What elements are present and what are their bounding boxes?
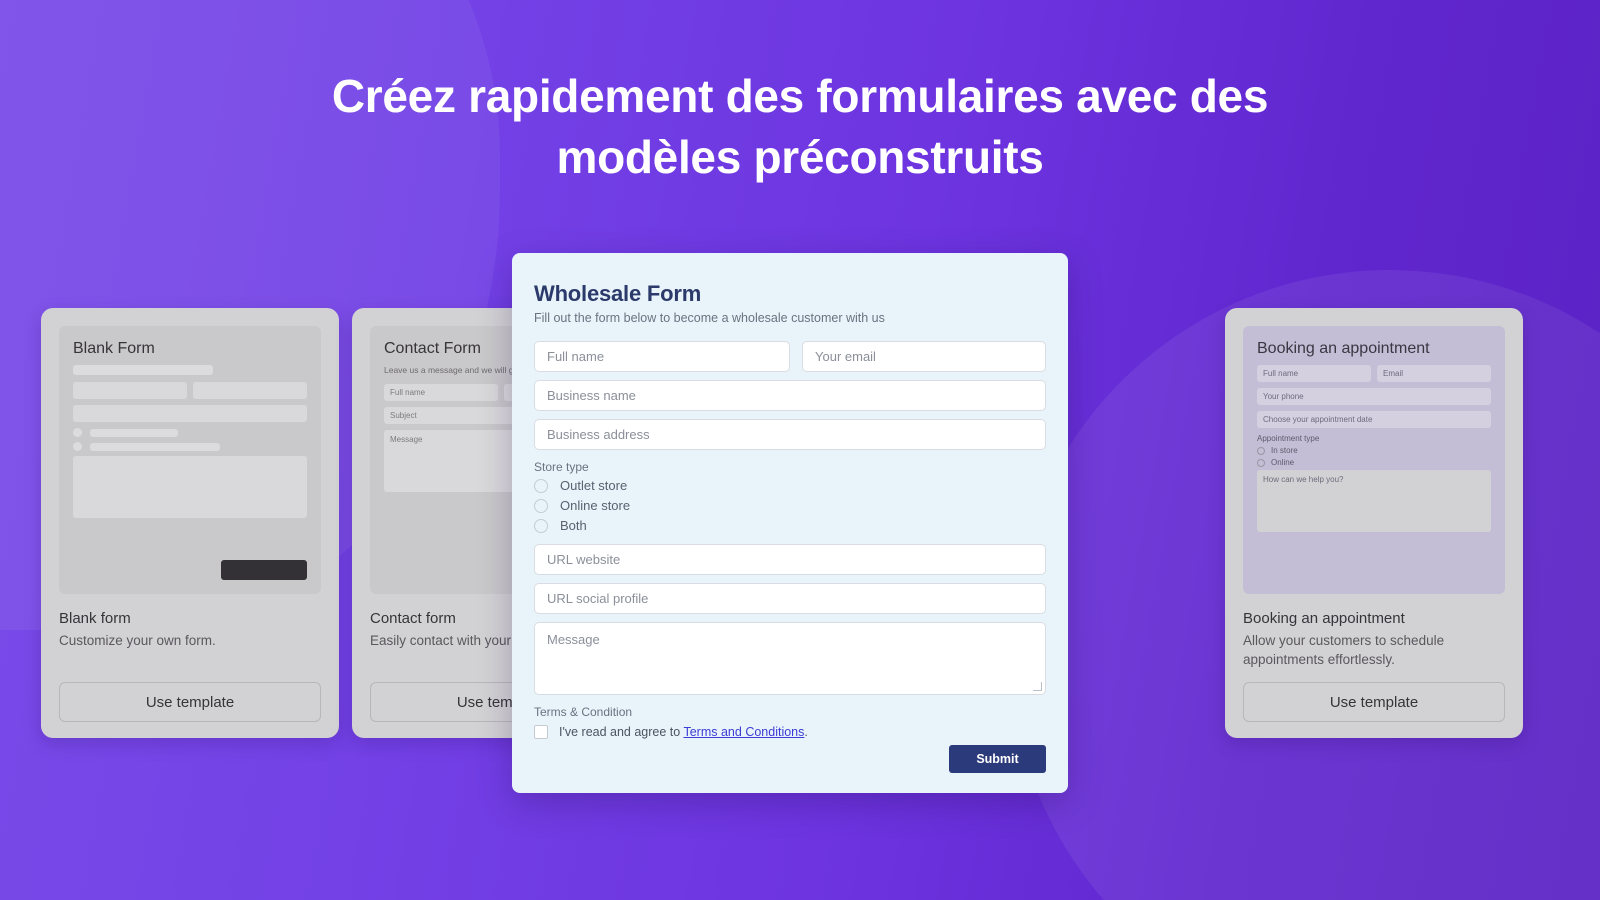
page-title-line2: modèles préconstruits [556, 131, 1044, 183]
preview-placeholder-line [90, 442, 220, 451]
preview-placeholder-row [73, 382, 307, 405]
preview-placeholder-field [73, 405, 307, 422]
email-input[interactable]: Your email [802, 341, 1046, 372]
radio-dot-icon [73, 428, 82, 437]
use-template-button[interactable]: Use template [59, 682, 321, 722]
preview-placeholder-radio [73, 442, 307, 451]
wholesale-form-title: Wholesale Form [534, 281, 702, 306]
use-template-button[interactable]: Use template [1243, 682, 1505, 722]
template-card-name: Blank form [59, 610, 131, 627]
store-type-both-label: Both [560, 518, 587, 533]
preview-placeholder-textarea [73, 456, 307, 518]
preview-title: Booking an appointment [1257, 340, 1430, 357]
store-type-online[interactable]: Online store [534, 498, 1046, 513]
radio-dot-icon [73, 442, 82, 451]
template-card-blank[interactable]: Blank Form Blank form Customize your own… [41, 308, 339, 738]
preview-row: Full name Email [1257, 365, 1491, 388]
store-type-online-label: Online store [560, 498, 631, 513]
full-name-input[interactable]: Full name [534, 341, 790, 372]
wholesale-form-card: Wholesale Form Fill out the form below t… [512, 253, 1068, 793]
page-title: Créez rapidement des formulaires avec de… [0, 66, 1600, 188]
preview-placeholder-field [193, 382, 307, 399]
terms-text-before: I've read and agree to [559, 725, 684, 739]
radio-circle-icon [1257, 446, 1265, 455]
preview-placeholder-field [73, 382, 187, 399]
preview-radio-instore: In store [1257, 446, 1491, 455]
store-type-outlet-label: Outlet store [560, 478, 628, 493]
preview-radio-online: Online [1257, 458, 1491, 467]
radio-circle-icon[interactable] [534, 478, 548, 493]
store-type-both[interactable]: Both [534, 518, 1046, 533]
preview-field-phone: Your phone [1257, 388, 1491, 405]
terms-text: I've read and agree to Terms and Conditi… [559, 725, 808, 739]
page-title-line1: Créez rapidement des formulaires avec de… [331, 70, 1269, 122]
wholesale-form-subtitle: Fill out the form below to become a whol… [534, 311, 885, 325]
business-name-input[interactable]: Business name [534, 380, 1046, 411]
preview-placeholder-bar [73, 365, 214, 375]
preview-group-label: Appointment type [1257, 434, 1320, 443]
terms-text-after: . [804, 725, 808, 739]
radio-circle-icon[interactable] [534, 498, 548, 513]
template-card-description: Customize your own form. [59, 633, 216, 648]
page-root: Créez rapidement des formulaires avec de… [0, 0, 1600, 900]
terms-section-label: Terms & Condition [534, 705, 633, 719]
preview-radio-label: Online [1271, 458, 1295, 467]
preview-field-fullname: Full name [1257, 365, 1371, 382]
terms-agreement-row: I've read and agree to Terms and Conditi… [534, 725, 1046, 739]
preview-field-email: Email [1377, 365, 1491, 382]
radio-circle-icon[interactable] [534, 518, 548, 533]
preview-blank: Blank Form [59, 326, 321, 594]
preview-field-date: Choose your appointment date [1257, 411, 1491, 428]
preview-radio-label: In store [1271, 446, 1298, 455]
url-website-input[interactable]: URL website [534, 544, 1046, 575]
business-fields: Business name Business address [534, 380, 1046, 450]
store-type-outlet[interactable]: Outlet store [534, 478, 1046, 493]
template-card-description: Allow your customers to schedule appoint… [1243, 633, 1445, 667]
terms-checkbox[interactable] [534, 725, 548, 739]
business-address-input[interactable]: Business address [534, 419, 1046, 450]
preview-field-fullname: Full name [384, 384, 498, 401]
message-textarea[interactable]: Message [534, 622, 1046, 695]
template-card-name: Booking an appointment [1243, 610, 1405, 627]
template-card-booking[interactable]: Booking an appointment Full name Email Y… [1225, 308, 1523, 738]
terms-and-conditions-link[interactable]: Terms and Conditions [683, 725, 804, 739]
preview-field-help: How can we help you? [1257, 470, 1491, 532]
preview-placeholder-line [90, 428, 178, 437]
radio-circle-icon [1257, 458, 1265, 467]
preview-booking: Booking an appointment Full name Email Y… [1243, 326, 1505, 594]
name-email-row: Full name Your email [534, 341, 1046, 372]
preview-title: Blank Form [73, 340, 155, 357]
submit-button[interactable]: Submit [949, 745, 1046, 773]
preview-placeholder-radio [73, 428, 307, 437]
url-social-input[interactable]: URL social profile [534, 583, 1046, 614]
preview-submit-block [221, 560, 307, 580]
store-type-label: Store type [534, 460, 589, 474]
